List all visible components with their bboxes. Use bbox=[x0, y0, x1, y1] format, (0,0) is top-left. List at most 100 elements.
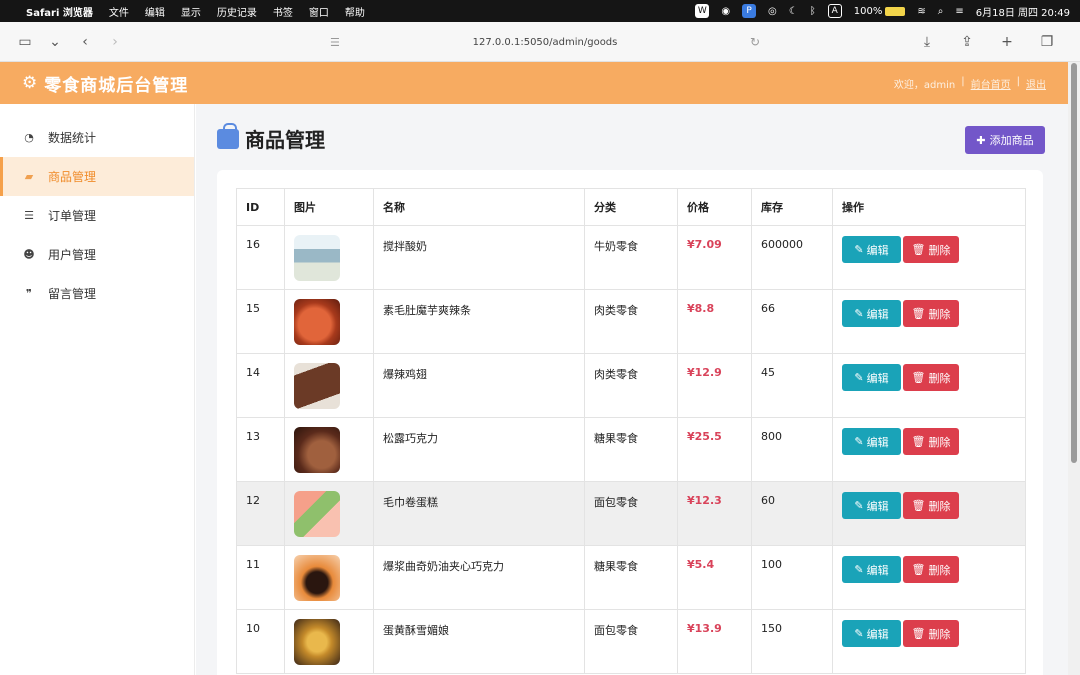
airplay-icon[interactable]: ◎ bbox=[768, 6, 777, 17]
sidebar-item-orders[interactable]: ☰ 订单管理 bbox=[0, 196, 194, 235]
sidebar-item-users[interactable]: ☻ 用户管理 bbox=[0, 235, 194, 274]
goods-table: ID 图片 名称 分类 价格 库存 操作 16 搅拌酸奶 牛奶零食 ¥7.09 … bbox=[236, 188, 1026, 674]
toolbar-right: ⤓ ⇪ + ❐ bbox=[916, 31, 1066, 53]
cell-price: ¥7.09 bbox=[677, 225, 752, 290]
moon-icon[interactable]: ☾ bbox=[789, 6, 798, 17]
edit-button[interactable]: ✎ 编辑 bbox=[842, 428, 901, 455]
battery-icon bbox=[885, 6, 906, 16]
sidebar-item-messages[interactable]: ❞ 留言管理 bbox=[0, 274, 194, 313]
delete-button[interactable]: 🗑 删除 bbox=[903, 300, 959, 327]
page-scrollbar[interactable] bbox=[1068, 62, 1080, 675]
page-menu-icon[interactable]: ☰ bbox=[330, 36, 340, 49]
wechat-icon[interactable]: ◉ bbox=[721, 6, 730, 17]
cell-price: ¥12.9 bbox=[677, 353, 752, 418]
forward-icon[interactable]: › bbox=[104, 31, 126, 53]
control-center-icon[interactable]: ≡ bbox=[955, 6, 963, 17]
cell-name: 松露巧克力 bbox=[373, 417, 585, 482]
product-image[interactable] bbox=[294, 491, 340, 537]
edit-label: 编辑 bbox=[866, 435, 889, 449]
home-link[interactable]: 前台首页 bbox=[971, 76, 1011, 91]
menu-edit[interactable]: 编辑 bbox=[145, 4, 165, 19]
cell-image bbox=[284, 353, 374, 418]
delete-button[interactable]: 🗑 删除 bbox=[903, 556, 959, 583]
menu-help[interactable]: 帮助 bbox=[345, 4, 365, 19]
cell-image bbox=[284, 289, 374, 354]
delete-label: 删除 bbox=[928, 563, 951, 577]
sidebar-toggle-icon[interactable]: ▭ bbox=[14, 31, 36, 53]
menu-history[interactable]: 历史记录 bbox=[217, 4, 257, 19]
edit-icon: ✎ bbox=[854, 243, 864, 256]
bluetooth-icon[interactable]: ᛒ bbox=[810, 6, 816, 17]
wifi-icon[interactable]: ≋ bbox=[917, 6, 925, 17]
sidebar-item-label: 商品管理 bbox=[48, 170, 97, 184]
tab-overview-icon[interactable]: ❐ bbox=[1036, 31, 1058, 53]
dashboard-icon: ◔ bbox=[24, 131, 34, 144]
spotlight-icon[interactable]: ⌕ bbox=[938, 6, 944, 17]
menu-bookmarks[interactable]: 书签 bbox=[273, 4, 293, 19]
cell-actions: ✎ 编辑 🗑 删除 bbox=[832, 609, 1026, 674]
col-header-id: ID bbox=[236, 188, 285, 226]
edit-button[interactable]: ✎ 编辑 bbox=[842, 364, 901, 391]
cell-stock: 800 bbox=[751, 417, 833, 482]
cell-category: 糖果零食 bbox=[584, 417, 678, 482]
input-source-icon[interactable]: A bbox=[827, 4, 842, 18]
cell-actions: ✎ 编辑 🗑 删除 bbox=[832, 545, 1026, 610]
edit-button[interactable]: ✎ 编辑 bbox=[842, 236, 901, 263]
trash-icon: 🗑 bbox=[911, 627, 926, 640]
col-header-actions: 操作 bbox=[832, 188, 1026, 226]
delete-button[interactable]: 🗑 删除 bbox=[903, 492, 959, 519]
delete-button[interactable]: 🗑 删除 bbox=[903, 236, 959, 263]
edit-button[interactable]: ✎ 编辑 bbox=[842, 492, 901, 519]
menu-view[interactable]: 显示 bbox=[181, 4, 201, 19]
plus-icon: ✚ bbox=[976, 133, 986, 147]
share-icon[interactable]: ⇪ bbox=[956, 31, 978, 53]
edit-button[interactable]: ✎ 编辑 bbox=[842, 620, 901, 647]
clock[interactable]: 6月18日 周四 20:49 bbox=[976, 4, 1070, 19]
edit-icon: ✎ bbox=[854, 563, 864, 576]
cell-id: 10 bbox=[236, 609, 285, 674]
add-goods-label: 添加商品 bbox=[989, 134, 1034, 147]
menu-safari[interactable]: Safari 浏览器 bbox=[26, 4, 93, 19]
product-image[interactable] bbox=[294, 427, 340, 473]
cell-id: 16 bbox=[236, 225, 285, 290]
reload-icon[interactable]: ↻ bbox=[750, 35, 760, 49]
scrollbar-thumb[interactable] bbox=[1071, 63, 1077, 463]
app-header: ⚙ 零食商城后台管理 欢迎，admin | 前台首页 | 退出 bbox=[0, 62, 1068, 104]
delete-button[interactable]: 🗑 删除 bbox=[903, 364, 959, 391]
edit-button[interactable]: ✎ 编辑 bbox=[842, 300, 901, 327]
menu-file[interactable]: 文件 bbox=[109, 4, 129, 19]
sidebar-item-stats[interactable]: ◔ 数据统计 bbox=[0, 118, 194, 157]
delete-label: 删除 bbox=[928, 371, 951, 385]
product-image[interactable] bbox=[294, 619, 340, 665]
address-bar[interactable]: ☰ 127.0.0.1:5050/admin/goods ↻ bbox=[330, 32, 760, 52]
add-goods-button[interactable]: ✚ 添加商品 bbox=[965, 126, 1045, 154]
product-image[interactable] bbox=[294, 363, 340, 409]
logout-link[interactable]: 退出 bbox=[1026, 76, 1046, 91]
product-image[interactable] bbox=[294, 299, 340, 345]
download-icon[interactable]: ⤓ bbox=[916, 31, 938, 53]
cell-name: 毛巾卷蛋糕 bbox=[373, 481, 585, 546]
edit-label: 编辑 bbox=[866, 243, 889, 257]
cell-id: 11 bbox=[236, 545, 285, 610]
app-w-icon[interactable]: W bbox=[695, 4, 710, 18]
product-image[interactable] bbox=[294, 555, 340, 601]
trash-icon: 🗑 bbox=[911, 371, 926, 384]
cell-actions: ✎ 编辑 🗑 删除 bbox=[832, 353, 1026, 418]
cell-id: 12 bbox=[236, 481, 285, 546]
menu-window[interactable]: 窗口 bbox=[309, 4, 329, 19]
delete-button[interactable]: 🗑 删除 bbox=[903, 620, 959, 647]
app-p-icon[interactable]: P bbox=[742, 4, 757, 18]
cell-actions: ✎ 编辑 🗑 删除 bbox=[832, 417, 1026, 482]
product-image[interactable] bbox=[294, 235, 340, 281]
back-icon[interactable]: ‹ bbox=[74, 31, 96, 53]
sidebar-item-goods[interactable]: ▰ 商品管理 bbox=[0, 157, 194, 196]
delete-button[interactable]: 🗑 删除 bbox=[903, 428, 959, 455]
edit-icon: ✎ bbox=[854, 435, 864, 448]
battery-indicator[interactable]: 100% bbox=[854, 6, 906, 17]
page-title-text: 商品管理 bbox=[245, 128, 325, 152]
browser-toolbar: ▭ ⌄ ‹ › ☰ 127.0.0.1:5050/admin/goods ↻ ⤓… bbox=[0, 22, 1080, 62]
new-tab-icon[interactable]: + bbox=[996, 31, 1018, 53]
edit-icon: ✎ bbox=[854, 627, 864, 640]
chevron-down-icon[interactable]: ⌄ bbox=[44, 31, 66, 53]
edit-button[interactable]: ✎ 编辑 bbox=[842, 556, 901, 583]
